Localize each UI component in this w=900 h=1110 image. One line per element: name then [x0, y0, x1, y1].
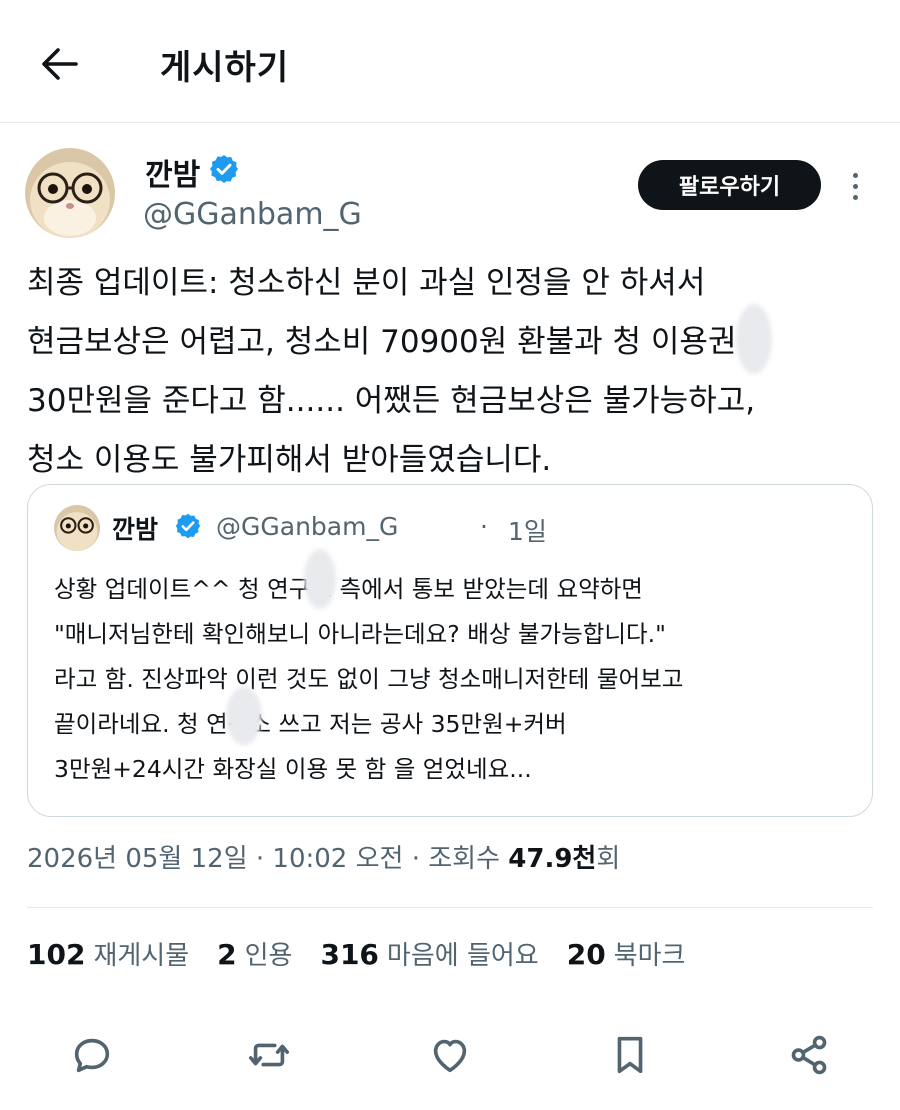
- reply-button[interactable]: [65, 1028, 119, 1082]
- stat-label: 재게시물: [93, 941, 190, 971]
- tweet-line: 30만원을 준다고 함...... 어쨌든 현금보상은 불가능하고,: [27, 383, 756, 419]
- quoted-text: 상황 업데이트^^ 청 연구소 측에서 통보 받았는데 요약하면 "매니저님한테…: [54, 567, 854, 792]
- avatar[interactable]: [25, 148, 115, 238]
- verified-badge-icon: [174, 512, 202, 540]
- censor-blur: [226, 687, 262, 745]
- author-handle[interactable]: @GGanbam_G: [143, 197, 362, 232]
- stat-value: 316: [320, 938, 379, 971]
- engagement-stats: 102 재게시물 2 인용 316 마음에 들어요 20 북마크: [27, 935, 685, 972]
- view-count-suffix: 회: [596, 844, 621, 874]
- author-name[interactable]: 깐밤: [145, 150, 200, 194]
- back-button[interactable]: [30, 38, 90, 90]
- follow-button[interactable]: 팔로우하기: [638, 160, 821, 210]
- arrow-left-icon: [42, 48, 78, 80]
- stat-label: 마음에 들어요: [386, 941, 539, 971]
- stat-value: 102: [27, 938, 86, 971]
- view-count: 47.9천: [508, 844, 597, 874]
- bookmark-button[interactable]: [603, 1028, 657, 1082]
- tweet-meta: 2026년 05월 12일 · 10:02 오전 · 조회수 47.9천회: [27, 838, 620, 875]
- likes-stat[interactable]: 316 마음에 들어요: [320, 935, 538, 972]
- quoted-timestamp: 1일: [508, 517, 547, 546]
- quoted-line: "매니저님한테 확인해보니 아니라는데요? 배상 불가능합니다.": [54, 620, 666, 648]
- hamster-avatar-image: [25, 148, 115, 238]
- quoted-author-handle: @GGanbam_G: [216, 512, 399, 541]
- retweet-icon: [248, 1043, 290, 1067]
- verified-badge-icon: [208, 153, 240, 185]
- quoted-author-name: 깐밤: [112, 515, 159, 544]
- censor-blur: [736, 304, 772, 374]
- quoted-avatar: [54, 505, 100, 551]
- top-bar: 게시하기: [0, 0, 900, 123]
- bookmarks-stat[interactable]: 20 북마크: [567, 935, 686, 972]
- stat-value: 2: [217, 938, 237, 971]
- repost-button[interactable]: [242, 1028, 296, 1082]
- like-icon: [433, 1039, 467, 1073]
- quoted-line: 3만원+24시간 화장실 이용 못 함 을 얻었네요...: [54, 755, 532, 783]
- more-options-icon[interactable]: [840, 162, 870, 210]
- quoted-line: 라고 함. 진상파악 이런 것도 없이 그냥 청소매니저한테 물어보고: [54, 665, 684, 693]
- quoted-line: 상황 업데이트^^ 청 연구소 측에서 통보 받았는데 요약하면: [54, 575, 643, 603]
- bookmark-icon: [617, 1036, 643, 1074]
- quotes-stat[interactable]: 2 인용: [217, 935, 292, 972]
- censor-blur: [304, 549, 336, 609]
- reply-icon: [74, 1038, 110, 1073]
- separator: ·: [480, 512, 488, 541]
- quoted-tweet-card[interactable]: 깐밤 @GGanbam_G · 1일 상황 업데이트^^ 청 연구소 측에서 통…: [27, 484, 873, 817]
- like-button[interactable]: [423, 1028, 477, 1082]
- timestamp: 2026년 05월 12일 · 10:02 오전 · 조회수: [27, 844, 501, 874]
- share-button[interactable]: [782, 1028, 836, 1082]
- tweet-line: 청소 이용도 불가피해서 받아들였습니다.: [27, 442, 552, 478]
- divider: [27, 907, 873, 908]
- stat-value: 20: [566, 938, 606, 971]
- reposts-stat[interactable]: 102 재게시물: [27, 935, 189, 972]
- stat-label: 인용: [244, 941, 293, 971]
- share-icon: [791, 1035, 827, 1075]
- stat-label: 북마크: [613, 941, 686, 971]
- quoted-line: 끝이라네요. 청 연구소 쓰고 저는 공사 35만원+커버: [54, 710, 567, 738]
- page-title: 게시하기: [160, 48, 290, 88]
